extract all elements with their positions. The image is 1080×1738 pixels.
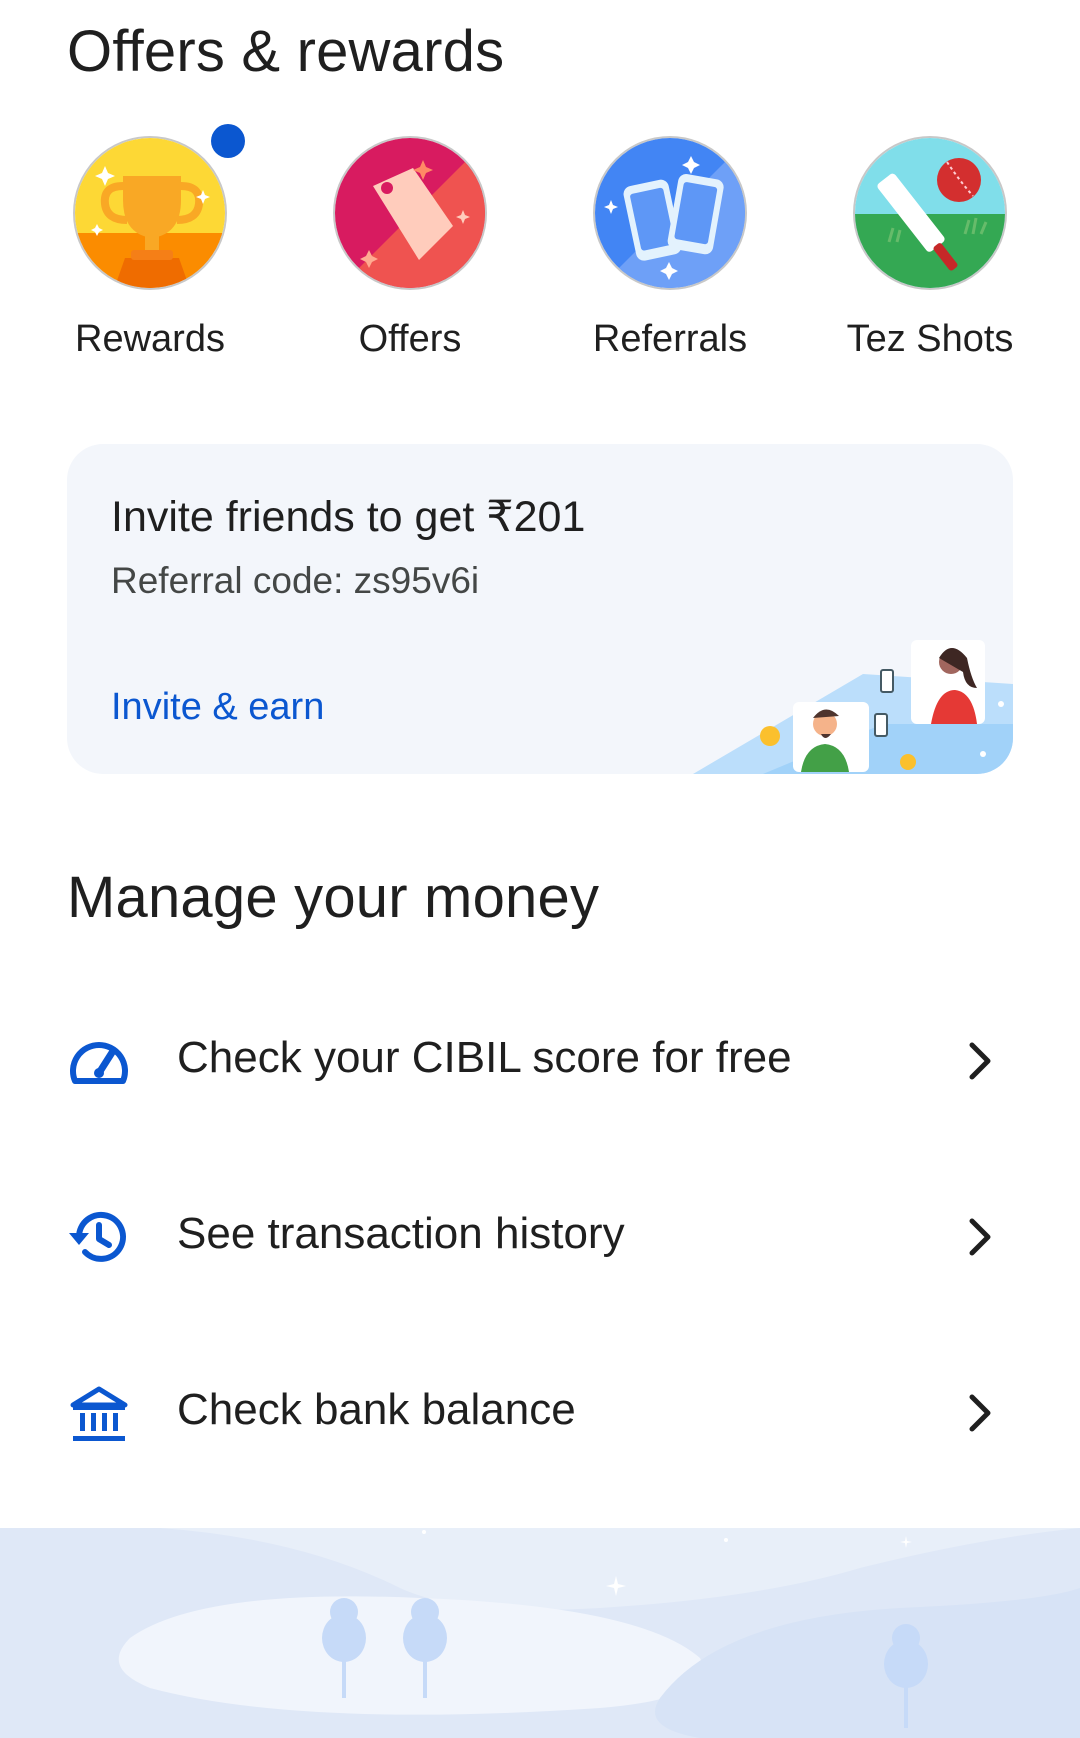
offers-label: Offers — [358, 318, 462, 360]
invite-illustration — [693, 640, 1013, 774]
manage-section-title: Manage your money — [67, 865, 600, 930]
offers-tile[interactable]: Offers — [300, 134, 520, 374]
invite-title: Invite friends to get ₹201 — [111, 493, 586, 541]
tag-icon — [333, 136, 487, 290]
background-scenery — [0, 1528, 1080, 1738]
chevron-right-icon — [969, 1042, 991, 1080]
rewards-label: Rewards — [75, 318, 225, 360]
referral-code: Referral code: zs95v6i — [111, 560, 480, 601]
cibil-score-row[interactable]: Check your CIBIL score for free — [0, 995, 1080, 1125]
referrals-label: Referrals — [592, 318, 748, 360]
speedometer-icon — [70, 1042, 128, 1084]
tez-shots-label: Tez Shots — [846, 318, 1014, 360]
cricket-icon — [853, 136, 1007, 290]
chevron-right-icon — [969, 1394, 991, 1432]
transaction-history-label: See transaction history — [177, 1209, 625, 1258]
tez-shots-tile[interactable]: Tez Shots — [820, 134, 1040, 374]
bank-balance-row[interactable]: Check bank balance — [0, 1347, 1080, 1477]
invite-earn-link[interactable]: Invite & earn — [111, 686, 324, 729]
transaction-history-row[interactable]: See transaction history — [0, 1171, 1080, 1301]
bank-balance-label: Check bank balance — [177, 1385, 576, 1434]
offers-section-title: Offers & rewards — [67, 19, 505, 84]
trophy-icon — [73, 136, 227, 290]
phones-icon — [593, 136, 747, 290]
bank-icon — [70, 1386, 128, 1441]
cibil-score-label: Check your CIBIL score for free — [177, 1033, 792, 1082]
offers-tiles: Rewards Offers Referrals Tez Shots — [0, 124, 1080, 374]
rewards-tile[interactable]: Rewards — [40, 124, 260, 374]
notification-dot — [211, 124, 245, 158]
chevron-right-icon — [969, 1218, 991, 1256]
referrals-tile[interactable]: Referrals — [560, 134, 780, 374]
invite-card[interactable]: Invite friends to get ₹201 Referral code… — [67, 444, 1013, 774]
history-icon — [69, 1211, 126, 1262]
